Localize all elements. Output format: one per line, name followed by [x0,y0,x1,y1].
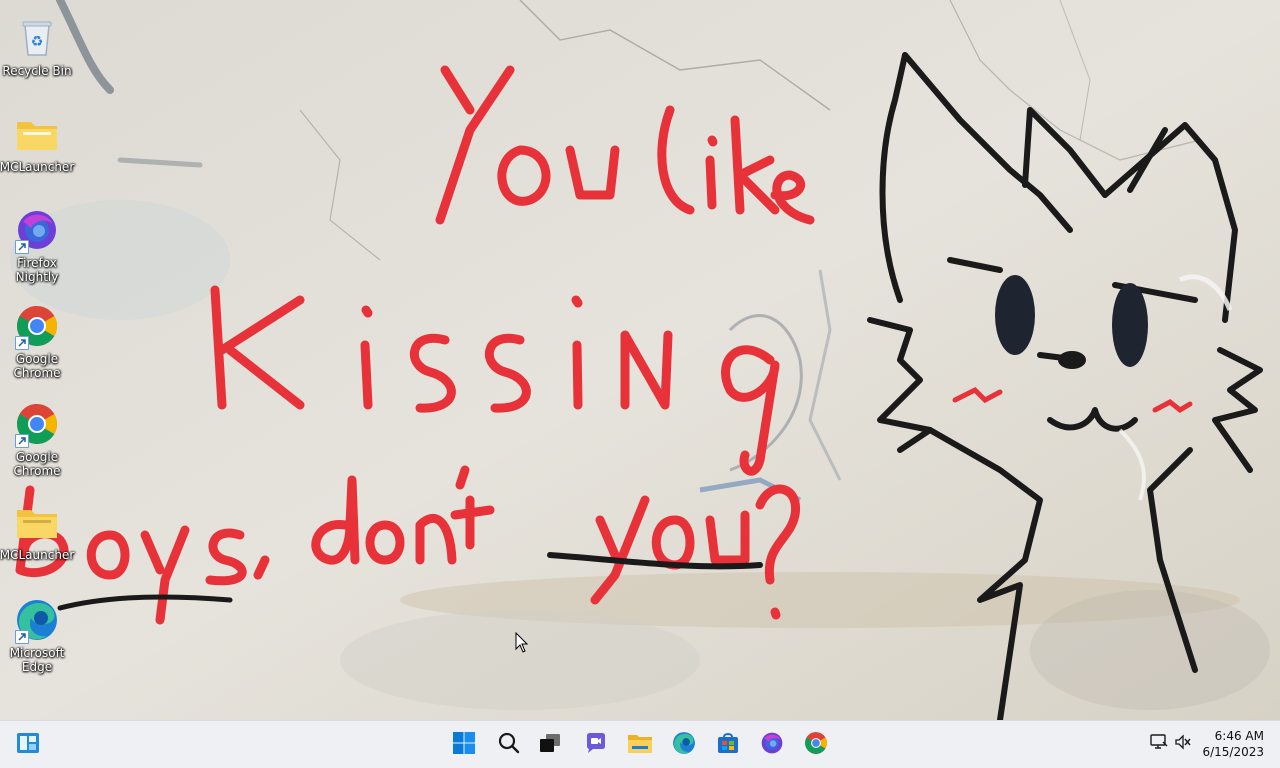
network-icon [1149,733,1169,755]
shortcut-arrow-icon [15,240,29,254]
task-view-button[interactable] [532,727,568,763]
desktop-icon-label: Google Chrome [13,352,61,380]
chrome-icon [13,302,61,350]
clock-date: 6/15/2023 [1202,745,1264,759]
file-explorer-icon [627,731,653,759]
desktop-icon-google-chrome-2[interactable]: Google Chrome [2,400,72,478]
wallpaper-art [0,0,1280,720]
start-button[interactable] [446,727,482,763]
edge-icon [13,596,61,644]
search-icon [497,731,521,759]
desktop-icon-mclauncher[interactable]: MCLauncher [0,110,75,174]
widgets-button[interactable] [10,727,46,763]
desktop-icon-label: Google Chrome [13,450,61,478]
microsoft-store-button[interactable] [710,727,746,763]
file-explorer-button[interactable] [622,727,658,763]
task-view-icon [538,731,562,759]
desktop-icon-recycle-bin[interactable]: ♻ Recycle Bin [2,14,72,78]
desktop-icon-label: Firefox Nightly [15,256,59,284]
taskbar: 6:46 AM 6/15/2023 [0,720,1280,768]
network-tray-button[interactable] [1148,733,1170,755]
microsoft-store-icon [716,731,740,759]
search-button[interactable] [491,727,527,763]
chrome-icon [13,400,61,448]
edge-taskbar-button[interactable] [666,727,702,763]
firefox-nightly-icon [760,731,784,759]
volume-tray-button[interactable] [1172,733,1194,755]
desktop-icon-firefox-nightly[interactable]: Firefox Nightly [2,206,72,284]
chrome-taskbar-button[interactable] [798,727,834,763]
folder-icon [13,498,61,546]
chrome-icon [804,731,828,759]
desktop-icon-microsoft-edge[interactable]: Microsoft Edge [2,596,72,674]
start-icon [452,731,476,759]
desktop-icon-google-chrome[interactable]: Google Chrome [2,302,72,380]
desktop-icon-mclauncher-2[interactable]: MCLauncher [0,498,75,562]
desktop-icon-label: MCLauncher [0,160,75,174]
firefox-nightly-icon [13,206,61,254]
shortcut-arrow-icon [15,434,29,448]
desktop-wallpaper [0,0,1280,720]
chat-button[interactable] [578,727,614,763]
mouse-cursor-icon [515,631,529,658]
volume-muted-icon [1173,733,1193,755]
desktop-icon-label: Recycle Bin [2,64,72,78]
recycle-bin-icon: ♻ [13,14,61,62]
shortcut-arrow-icon [15,336,29,350]
firefox-nightly-taskbar-button[interactable] [754,727,790,763]
clock-time: 6:46 AM [1214,729,1264,743]
chat-icon [584,731,608,759]
desktop-icon-label: MCLauncher [0,548,75,562]
svg-text:♻: ♻ [31,34,44,50]
folder-icon [13,110,61,158]
widgets-icon [16,731,40,759]
taskbar-clock[interactable]: 6:46 AM 6/15/2023 [1202,728,1264,760]
edge-icon [672,731,696,759]
shortcut-arrow-icon [15,630,29,644]
desktop-icon-label: Microsoft Edge [9,646,65,674]
